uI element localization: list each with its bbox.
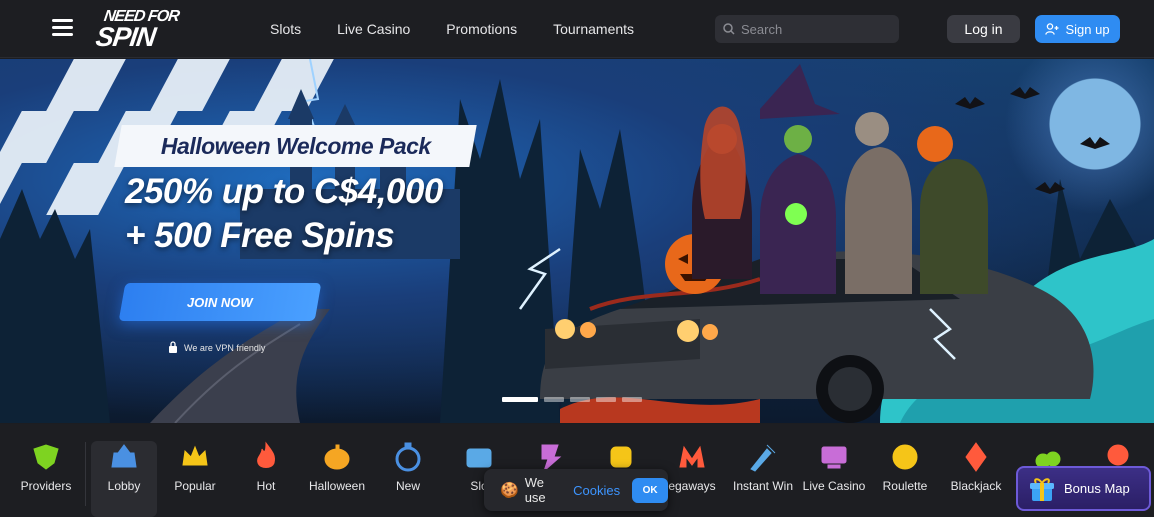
category-label: Roulette [882,479,928,493]
category-label: New [395,479,420,493]
pumpkin-icon [324,444,350,470]
category-roulette[interactable]: Roulette [872,441,938,517]
promo-headline-1: 250% up to C$4,000 [125,172,443,211]
category-label: Halloween [308,479,366,493]
user-plus-icon [1045,23,1059,35]
nav-tournaments[interactable]: Tournaments [553,21,634,37]
category-new[interactable]: New [375,441,441,517]
promo-tag-text: Halloween Welcome Pack [160,132,431,159]
divider [85,442,86,506]
lobby-icon [111,444,137,468]
category-egaways[interactable]: egaways [659,441,725,517]
cookie-text: We use [524,475,546,505]
category-lobby[interactable]: Lobby [91,441,157,517]
providers-icon [33,444,59,470]
vpn-note: We are VPN friendly [168,341,265,354]
category-providers[interactable]: Providers [13,441,79,517]
nav-live-casino[interactable]: Live Casino [337,21,410,37]
lock-icon [169,341,177,353]
bonus-map-button[interactable]: Bonus Map [1016,466,1151,511]
category-label: Providers [20,479,72,493]
stopwatch-icon [395,442,421,472]
login-button[interactable]: Log in [947,15,1020,43]
megaways-icon [679,445,705,468]
bonus-map-label: Bonus Map [1064,481,1130,496]
category-popular[interactable]: Popular [162,441,228,517]
signup-label: Sign up [1065,21,1110,37]
crown-icon [182,445,208,466]
category-instant-win[interactable]: Instant Win [730,441,796,517]
cookie-banner: 🍪 We use Cookies OK [484,469,668,511]
carousel-dot[interactable] [622,397,642,402]
promo-tag: Halloween Welcome Pack [114,125,477,167]
cookie-ok-button[interactable]: OK [632,477,668,503]
vpn-note-text: We are VPN friendly [184,342,266,353]
menu-icon[interactable] [52,19,73,37]
nav-slots[interactable]: Slots [270,21,301,37]
cookie-icon: 🍪 [500,482,519,499]
search-icon [723,23,735,35]
main-nav: Slots Live Casino Promotions Tournaments [270,0,670,58]
gift-icon [1030,477,1054,501]
instant-win-icon [750,444,776,472]
join-now-button[interactable]: JOIN NOW [118,283,322,321]
join-now-label: JOIN NOW [187,294,253,310]
logo-text-bottom: SPIN [93,22,158,52]
carousel-dot[interactable] [570,397,590,402]
search-input[interactable] [741,21,891,37]
carousel-dot[interactable] [502,397,538,402]
category-label: Hot [256,479,276,493]
live-casino-icon [821,446,847,469]
category-label: Popular [174,479,216,493]
logo[interactable]: NEED FOR SPIN [93,8,202,52]
carousel-dot[interactable] [544,397,564,402]
category-live-casino[interactable]: Live Casino [801,441,867,517]
signup-button[interactable]: Sign up [1035,15,1120,43]
carousel-dot[interactable] [596,397,616,402]
category-label: Lobby [107,479,141,493]
search-box [715,15,899,43]
cookies-link[interactable]: Cookies [573,483,620,498]
blackjack-icon [965,442,987,472]
category-label: egaways [668,479,716,493]
hero-banner[interactable]: Halloween Welcome Pack 250% up to C$4,00… [0,59,1154,423]
category-halloween[interactable]: Halloween [304,441,370,517]
category-label: Blackjack [950,479,1002,493]
carousel-dots [502,397,642,402]
promo-headline-2: + 500 Free Spins [125,216,395,255]
top-navigation-bar: NEED FOR SPIN Slots Live Casino Promotio… [0,0,1154,58]
category-blackjack[interactable]: Blackjack [943,441,1009,517]
category-hot[interactable]: Hot [233,441,299,517]
roulette-icon [892,444,918,470]
fire-icon [257,441,275,468]
nav-promotions[interactable]: Promotions [446,21,517,37]
category-label: Instant Win [732,479,794,493]
category-label: Live Casino [802,479,866,493]
